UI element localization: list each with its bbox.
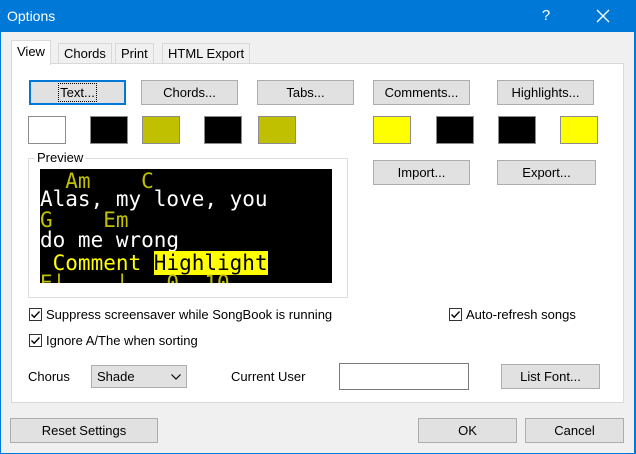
preview-lyric-line-1: Alas, my love, you	[40, 187, 268, 211]
ignore-articles-box[interactable]	[29, 334, 42, 347]
close-icon	[596, 9, 610, 23]
preview-pane: Am C Alas, my love, you G Em do me wrong…	[40, 169, 332, 283]
help-button[interactable]: ?	[534, 6, 558, 26]
cancel-label: Cancel	[554, 423, 595, 438]
tabs-font-button-label: Tabs...	[286, 85, 325, 100]
auto-refresh-label[interactable]: Auto-refresh songs	[466, 307, 576, 323]
list-font-button[interactable]: List Font...	[501, 364, 600, 389]
suppress-screensaver-label[interactable]: Suppress screensaver while SongBook is r…	[46, 307, 332, 323]
preview-legend: Preview	[35, 150, 86, 166]
current-user-label: Current User	[231, 369, 306, 384]
chords-color-swatch[interactable]	[142, 116, 180, 144]
chords-font-button[interactable]: Chords...	[141, 80, 238, 105]
tab-print[interactable]: Print	[115, 43, 154, 64]
tab-chords[interactable]: Chords	[58, 43, 112, 64]
chevron-down-icon	[171, 374, 181, 380]
import-button[interactable]: Import...	[373, 160, 470, 185]
cancel-button[interactable]: Cancel	[525, 418, 624, 443]
highlights-background-swatch[interactable]	[560, 116, 598, 144]
close-button[interactable]	[588, 4, 618, 28]
highlights-font-button-label: Highlights...	[511, 85, 580, 100]
highlights-foreground-swatch[interactable]	[498, 116, 536, 144]
comments-background-swatch[interactable]	[436, 116, 474, 144]
window-title: Options	[7, 8, 56, 24]
text-background-swatch[interactable]	[90, 116, 128, 144]
comments-color-swatch[interactable]	[373, 116, 411, 144]
comments-font-button-label: Comments...	[384, 85, 459, 100]
current-user-input[interactable]	[339, 363, 469, 390]
tab-html-export[interactable]: HTML Export	[162, 43, 251, 64]
ok-label: OK	[458, 423, 477, 438]
export-button[interactable]: Export...	[497, 160, 596, 185]
checkmark-icon	[451, 311, 461, 319]
preview-tab-line: E|----|---0--10	[40, 271, 230, 284]
ok-button[interactable]: OK	[418, 418, 517, 443]
import-button-label: Import...	[397, 165, 446, 180]
text-font-button-label: Text...	[58, 83, 97, 102]
text-foreground-swatch[interactable]	[28, 116, 66, 144]
ignore-articles-label[interactable]: Ignore A/The when sorting	[46, 333, 198, 349]
tabs-color-swatch[interactable]	[258, 116, 296, 144]
chords-font-button-label: Chords...	[163, 85, 216, 100]
checkmark-icon	[31, 311, 41, 319]
tabs-background-swatch[interactable]	[204, 116, 242, 144]
auto-refresh-box[interactable]	[449, 308, 462, 321]
preview-lyric-line-2: do me wrong	[40, 228, 180, 252]
export-button-label: Export...	[522, 165, 571, 180]
list-font-button-label: List Font...	[520, 369, 581, 384]
options-dialog: Options ? View Chords Print HTML Export …	[0, 0, 636, 454]
dialog-body: View Chords Print HTML Export Text... Ch…	[1, 32, 634, 453]
chorus-dropdown[interactable]: Shade	[91, 365, 187, 388]
tabs-font-button[interactable]: Tabs...	[257, 80, 354, 105]
reset-settings-label: Reset Settings	[41, 423, 127, 438]
highlights-font-button[interactable]: Highlights...	[497, 80, 594, 105]
suppress-screensaver-box[interactable]	[29, 308, 42, 321]
title-bar: Options ?	[0, 0, 636, 32]
tab-view[interactable]: View	[11, 40, 51, 65]
reset-settings-button[interactable]: Reset Settings	[10, 418, 158, 443]
chorus-label: Chorus	[28, 369, 70, 384]
text-font-button[interactable]: Text...	[29, 80, 126, 105]
chorus-value: Shade	[97, 369, 135, 384]
comments-font-button[interactable]: Comments...	[373, 80, 470, 105]
checkmark-icon	[31, 337, 41, 345]
